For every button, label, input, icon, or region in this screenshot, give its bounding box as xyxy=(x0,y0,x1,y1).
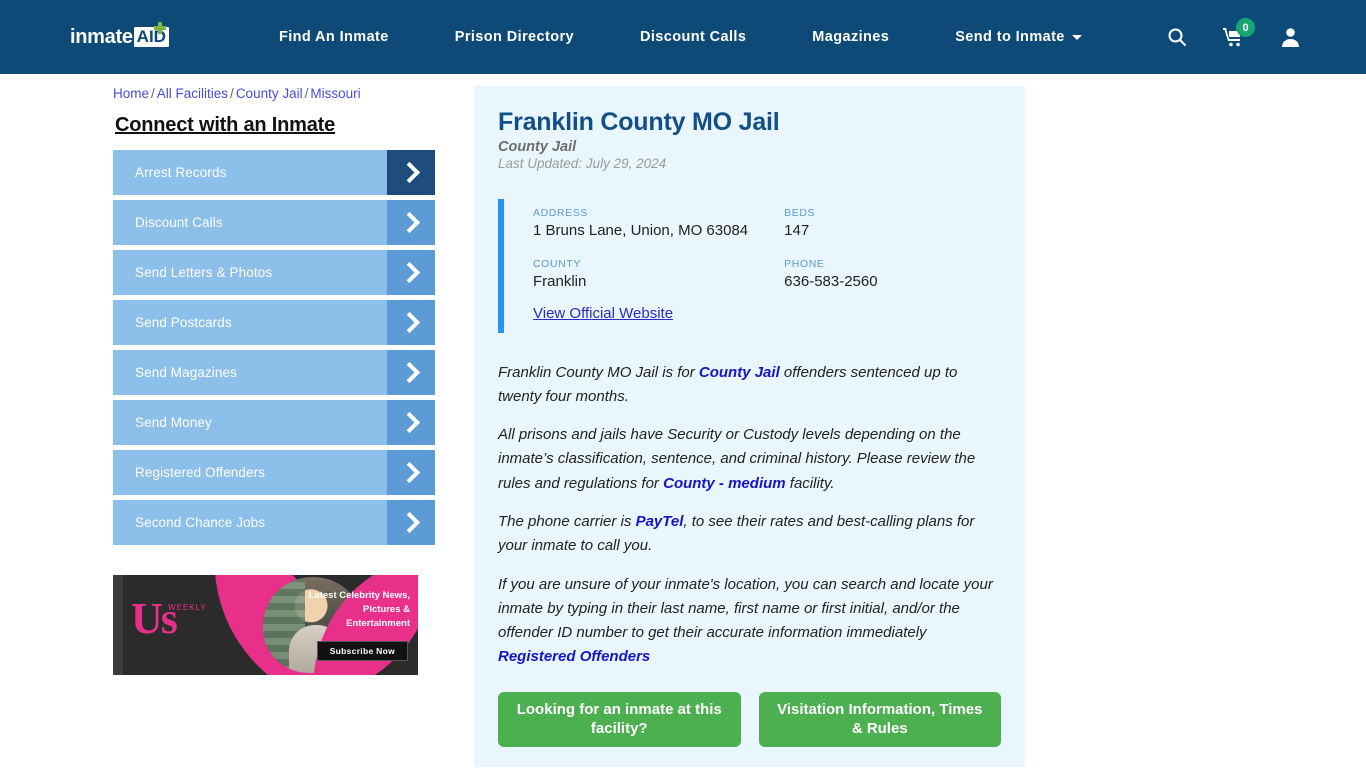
sidebar-item-label: Send Money xyxy=(135,415,212,430)
ad-headline: Latest Celebrity News, Pictures & Entert… xyxy=(308,590,410,629)
ad-brand-sub: WEEKLY xyxy=(168,603,207,612)
link-county-medium[interactable]: County - medium xyxy=(663,475,786,492)
breadcrumb-item-all-facilities[interactable]: All Facilities xyxy=(157,86,228,101)
chevron-right-icon xyxy=(387,500,435,545)
view-official-website-link[interactable]: View Official Website xyxy=(533,305,673,322)
breadcrumb: Home / All Facilities / County Jail / Missouri xyxy=(113,86,438,101)
nav-item-send-to-inmate-label: Send to Inmate xyxy=(955,29,1065,45)
search-icon[interactable] xyxy=(1167,27,1187,47)
breadcrumb-item-county-jail[interactable]: County Jail xyxy=(236,86,303,101)
paragraph-phone-carrier: The phone carrier is PayTel, to see thei… xyxy=(498,510,1001,559)
logo-wordmark: inmate xyxy=(70,26,133,48)
address-label: ADDRESS xyxy=(533,207,588,219)
sidebar-item-label: Arrest Records xyxy=(135,165,227,180)
left-column: Home / All Facilities / County Jail / Missouri… xyxy=(113,86,438,767)
cart-count-badge: 0 xyxy=(1236,18,1255,37)
county-value: Franklin xyxy=(533,273,587,291)
facility-type: County Jail xyxy=(498,139,577,155)
link-paytel[interactable]: PayTel xyxy=(636,513,684,530)
main-navigation: Find An Inmate Prison Directory Discount… xyxy=(246,29,1115,45)
breadcrumb-separator: / xyxy=(230,86,234,101)
chevron-right-icon xyxy=(387,450,435,495)
visitation-info-button[interactable]: Visitation Information, Times & Rules xyxy=(758,691,1001,748)
nav-item-magazines[interactable]: Magazines xyxy=(779,29,922,45)
chevron-right-icon xyxy=(387,300,435,345)
green-plus-icon xyxy=(154,22,166,34)
page-body: Home / All Facilities / County Jail / Missouri… xyxy=(0,74,1366,768)
chevron-right-icon xyxy=(387,150,435,195)
paragraph-security-levels: All prisons and jails have Security or C… xyxy=(498,423,1001,496)
sidebar-item-label: Send Magazines xyxy=(135,365,237,380)
header-icon-group: 0 xyxy=(1167,18,1300,47)
page-title: Franklin County MO Jail xyxy=(498,108,780,136)
sidebar-item-arrest-records[interactable]: Arrest Records xyxy=(113,150,435,195)
shopping-cart-icon[interactable]: 0 xyxy=(1223,18,1255,47)
beds-label: BEDS xyxy=(784,207,816,219)
paragraph-text: If you are unsure of your inmate's locat… xyxy=(498,575,993,642)
chevron-down-icon xyxy=(1071,34,1082,40)
site-logo[interactable]: inmate AID xyxy=(70,22,169,48)
facility-info-box: ADDRESS 1 Bruns Lane, Union, MO 63084 CO… xyxy=(498,199,1001,333)
info-column-left: ADDRESS 1 Bruns Lane, Union, MO 63084 CO… xyxy=(533,207,784,293)
site-header: inmate AID Find An Inmate Prison Directo… xyxy=(0,0,1366,74)
chevron-right-icon xyxy=(387,250,435,295)
phone-label: PHONE xyxy=(784,258,825,271)
sidebar-item-label: Registered Offenders xyxy=(135,465,266,480)
beds-value: 147 xyxy=(784,222,810,239)
paragraph-inmate-search: If you are unsure of your inmate's locat… xyxy=(498,573,1001,670)
sidebar-item-send-money[interactable]: Send Money xyxy=(113,400,435,445)
nav-item-discount-calls[interactable]: Discount Calls xyxy=(607,29,779,45)
sidebar-item-label: Second Chance Jobs xyxy=(135,515,266,530)
link-registered-offenders[interactable]: Registered Offenders xyxy=(498,648,650,665)
sidebar-item-label: Discount Calls xyxy=(135,215,223,230)
address-value: 1 Bruns Lane, Union, MO 63084 xyxy=(533,222,749,239)
link-county-jail[interactable]: County Jail xyxy=(699,364,780,381)
nav-item-send-to-inmate[interactable]: Send to Inmate xyxy=(922,29,1115,45)
last-updated-text: Last Updated: July 29, 2024 xyxy=(498,156,667,171)
sidebar-item-send-magazines[interactable]: Send Magazines xyxy=(113,350,435,395)
sidebar-heading: Connect with an Inmate xyxy=(115,114,336,136)
paragraph-text: The phone carrier is xyxy=(498,512,636,530)
county-label: COUNTY xyxy=(533,258,581,271)
phone-value: 636-583-2560 xyxy=(784,273,878,291)
paragraph-text: facility. xyxy=(785,474,835,492)
chevron-right-icon xyxy=(387,350,435,395)
sidebar-item-second-chance-jobs[interactable]: Second Chance Jobs xyxy=(113,500,435,545)
chevron-right-icon xyxy=(387,200,435,245)
sidebar-item-send-letters-photos[interactable]: Send Letters & Photos xyxy=(113,250,435,295)
info-column-right: BEDS 147 PHONE 636-583-2560 xyxy=(784,207,1001,293)
sidebar-item-discount-calls[interactable]: Discount Calls xyxy=(113,200,435,245)
breadcrumb-item-home[interactable]: Home xyxy=(113,86,149,101)
ad-left-edge xyxy=(113,575,123,675)
chevron-right-icon xyxy=(387,400,435,445)
nav-item-prison-directory[interactable]: Prison Directory xyxy=(422,29,607,45)
advertisement-banner[interactable]: Us WEEKLY Latest Celebrity News, Picture… xyxy=(113,575,418,675)
sidebar-item-send-postcards[interactable]: Send Postcards xyxy=(113,300,435,345)
user-account-icon[interactable] xyxy=(1281,27,1300,47)
sidebar-item-registered-offenders[interactable]: Registered Offenders xyxy=(113,450,435,495)
looking-for-inmate-button[interactable]: Looking for an inmate at this facility? xyxy=(498,691,741,748)
paragraph-text: Franklin County MO Jail is for xyxy=(498,363,699,381)
breadcrumb-separator: / xyxy=(151,86,155,101)
breadcrumb-item-missouri[interactable]: Missouri xyxy=(310,86,360,101)
sidebar-item-label: Send Postcards xyxy=(135,315,232,330)
cta-button-row: Looking for an inmate at this facility? … xyxy=(498,691,1001,748)
nav-item-find-an-inmate[interactable]: Find An Inmate xyxy=(246,29,422,45)
facility-panel: Franklin County MO Jail County Jail Last… xyxy=(474,86,1025,768)
ad-subscribe-button[interactable]: Subscribe Now xyxy=(316,641,408,661)
main-column: Franklin County MO Jail County Jail Last… xyxy=(474,86,1025,768)
paragraph-facility-type: Franklin County MO Jail is for County Ja… xyxy=(498,361,1001,410)
sidebar-item-label: Send Letters & Photos xyxy=(135,265,273,280)
